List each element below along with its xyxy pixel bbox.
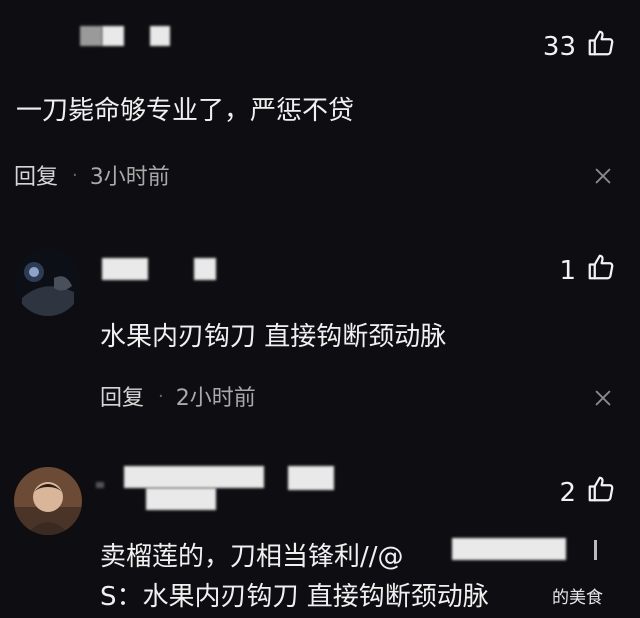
- username-blurred: [102, 258, 148, 280]
- username-blurred: [194, 258, 216, 280]
- username-blurred: [80, 26, 102, 46]
- comment-text-line2: S：水果内刃钩刀 直接钩断颈动脉: [100, 582, 489, 612]
- comment-meta: 回复 · 3小时前: [14, 159, 170, 191]
- meta-separator: ·: [158, 385, 164, 407]
- comment-text-line1: 卖榴莲的，刀相当锋利//@: [100, 542, 404, 572]
- close-icon[interactable]: [592, 165, 614, 191]
- watermark: 的美食: [552, 588, 603, 608]
- meta-separator: ·: [72, 164, 78, 186]
- like-button[interactable]: 33: [543, 28, 616, 65]
- avatar[interactable]: [14, 467, 82, 535]
- comment-time: 3小时前: [89, 165, 170, 190]
- mention-blurred: [452, 538, 566, 560]
- username-blurred: [124, 466, 264, 488]
- like-count: 1: [559, 255, 576, 286]
- like-count: 33: [542, 31, 576, 62]
- like-button[interactable]: 1: [559, 252, 616, 289]
- thumbs-up-icon: [586, 252, 616, 289]
- close-icon[interactable]: [592, 387, 614, 413]
- username-blurred: [288, 466, 334, 490]
- comment-text: 一刀毙命够专业了，严惩不贷: [16, 96, 355, 126]
- username-blurred: [146, 488, 216, 510]
- avatar[interactable]: [14, 248, 82, 316]
- thumbs-up-icon: [586, 474, 616, 511]
- like-button[interactable]: 2: [559, 474, 616, 511]
- username-blurred: [96, 482, 104, 488]
- text-cursor: [594, 540, 597, 560]
- reply-button[interactable]: 回复: [100, 380, 144, 412]
- comment-time: 2小时前: [175, 386, 256, 411]
- username-blurred: [150, 26, 170, 46]
- thumbs-up-icon: [586, 28, 616, 65]
- comment-text: 水果内刃钩刀 直接钩断颈动脉: [100, 322, 447, 352]
- comment-meta: 回复 · 2小时前: [100, 380, 256, 412]
- like-count: 2: [559, 477, 576, 508]
- username-blurred: [102, 26, 124, 46]
- reply-button[interactable]: 回复: [14, 159, 58, 191]
